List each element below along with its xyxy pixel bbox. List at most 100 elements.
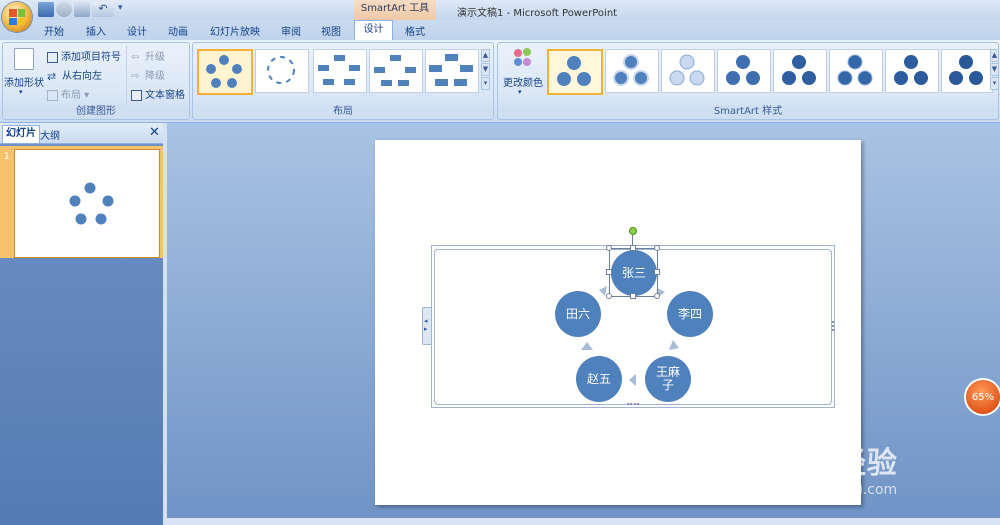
cycle-node-3[interactable]: 王麻子 [645,356,691,402]
change-colors-dropdown-icon[interactable]: ▾ [518,88,522,96]
tab-animations[interactable]: 动画 [168,23,188,38]
promote-label: 升级 [145,52,165,63]
tab-slideshow[interactable]: 幻灯片放映 [210,23,260,38]
tab-smartart-format[interactable]: 格式 [405,23,425,38]
node-label: 田六 [565,306,590,321]
arrow-3-icon [629,374,636,386]
layouts-scroll-down-icon[interactable]: ▼ [481,63,490,76]
add-shape-dropdown-icon[interactable]: ▾ [19,88,23,96]
pane-splitter[interactable] [163,123,167,525]
style-thumb-7[interactable] [885,49,939,93]
right-to-left-button[interactable]: ⇄ 从右向左 [47,67,102,83]
node-label: 王麻子 [655,365,680,392]
resize-handle[interactable] [630,293,636,299]
style-thumb-2[interactable] [605,49,659,93]
group-create-graphic-label: 创建图形 [3,105,189,118]
layouts-more-icon[interactable]: ▾ [481,77,490,90]
undo-button[interactable]: ↶ [92,2,114,17]
style-thumb-8[interactable] [941,49,993,93]
find-icon[interactable] [74,2,90,17]
ribbon-tab-bar [0,20,1000,40]
style-thumb-4[interactable] [717,49,771,93]
layout-thumb-continuous-cycle[interactable] [425,49,479,93]
layout-thumb-text-cycle[interactable] [255,49,309,93]
layout-thumb-block-cycle[interactable] [313,49,367,93]
window-title: 演示文稿1 - Microsoft PowerPoint [457,8,618,19]
slide-number: 1 [4,152,10,162]
tab-review[interactable]: 审阅 [281,23,301,38]
basic-cycle-icon [206,55,242,88]
change-colors-icon[interactable] [512,47,534,69]
layout-thumb-basic-cycle[interactable] [197,49,253,95]
watermark-url: jingyan.baidu.com [768,482,898,498]
cycle-node-2[interactable]: 李四 [667,291,713,337]
style-3d-icon [894,55,928,85]
node-selection-box [609,248,658,297]
frame-corner-handle[interactable]: ⋰ [433,246,439,253]
text-pane-button[interactable]: 文本窗格 [131,86,185,101]
change-colors-button[interactable]: 更改颜色 [503,74,543,89]
tab-home[interactable]: 开始 [44,23,64,38]
layout-button[interactable]: 布局 ▾ [47,86,89,101]
cycle-node-4[interactable]: 赵五 [576,356,622,402]
demote-button[interactable]: ⇨ 降级 [131,67,165,83]
frame-corner-handle[interactable]: ⋰ [829,399,835,406]
qat-customize-icon[interactable]: ▾ [118,3,123,13]
block-cycle-icon [318,55,360,85]
resize-handle[interactable] [606,293,612,299]
resize-handle[interactable] [654,269,660,275]
style-thumb-6[interactable] [829,49,883,93]
zoom-badge[interactable]: 65% [966,380,1000,414]
resize-handle[interactable] [606,269,612,275]
promote-button[interactable]: ⇦ 升级 [131,48,165,64]
tab-slides[interactable]: 幻灯片 [2,125,40,143]
add-shape-icon[interactable] [14,48,34,70]
right-to-left-label: 从右向左 [62,71,102,82]
style-flat-icon [557,56,591,86]
resize-handle[interactable] [606,245,612,251]
tab-insert[interactable]: 插入 [86,23,106,38]
style-thumb-5[interactable] [773,49,827,93]
node-label: 李四 [677,306,702,321]
tab-smartart-design[interactable]: 设计 [354,20,393,40]
layout-thumb-nondirectional-cycle[interactable] [369,49,423,93]
style-thumb-1[interactable] [547,49,603,95]
style-light-icon [669,54,705,86]
promote-arrow-icon: ⇦ [131,51,140,63]
org-chart-icon [47,89,58,101]
save-icon[interactable] [38,2,54,17]
resize-handle[interactable] [654,293,660,299]
add-shape-button[interactable]: 添加形状 [4,74,44,89]
tab-outline[interactable]: 大纲 [40,127,60,142]
rotate-handle-icon[interactable] [629,227,637,235]
layouts-scroll-up-icon[interactable]: ▲ [481,49,490,62]
cycle-node-5[interactable]: 田六 [555,291,601,337]
group-layouts-label: 布局 [193,105,493,118]
styles-more-icon[interactable]: ▾ [990,77,999,90]
resize-handle[interactable] [654,245,660,251]
frame-corner-handle[interactable]: ⋱ [829,246,835,253]
resize-handle[interactable] [630,245,636,251]
swap-arrows-icon: ⇄ [47,69,57,83]
tab-design[interactable]: 设计 [127,23,147,38]
expand-arrows-icon: ◂ ▸ [424,317,428,333]
status-bar [166,518,1000,525]
style-thumb-3[interactable] [661,49,715,93]
styles-scroll-down-icon[interactable]: ▼ [990,63,999,76]
frame-side-handle[interactable] [832,321,836,331]
text-pane-toggle[interactable]: ◂ ▸ [422,307,432,345]
tab-view[interactable]: 视图 [321,23,341,38]
close-icon[interactable]: ✕ [149,125,160,140]
slide-thumbnail[interactable] [14,149,160,258]
office-button[interactable] [2,2,32,32]
zoom-label: 65% [971,391,995,403]
add-bullet-button[interactable]: 添加项目符号 [47,48,121,63]
bullet-list-icon [47,51,58,63]
thumbnail-diagram-icon [69,182,114,225]
styles-scroll-up-icon[interactable]: ▲ [990,49,999,62]
demote-arrow-icon: ⇨ [131,70,140,82]
style-shadow-icon [726,55,760,85]
group-smartart-styles-label: SmartArt 样式 [498,105,998,118]
frame-corner-handle[interactable]: ⋱ [433,399,439,406]
undo-history-icon[interactable] [56,2,72,17]
